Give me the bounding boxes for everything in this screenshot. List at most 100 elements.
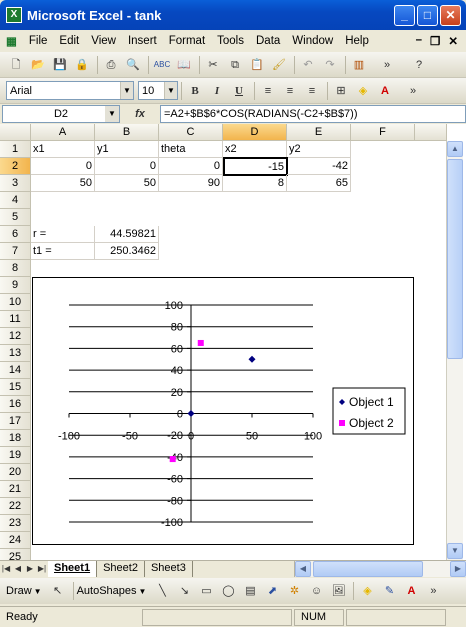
chart-wizard-icon[interactable]: ▥: [349, 55, 369, 75]
grid-cell[interactable]: [287, 260, 351, 277]
row-header[interactable]: 9: [0, 277, 31, 294]
menu-window[interactable]: Window: [286, 35, 339, 47]
grid-cell[interactable]: [223, 260, 287, 277]
row-header[interactable]: 13: [0, 345, 31, 362]
grid-cell[interactable]: [415, 294, 447, 311]
column-header[interactable]: A: [31, 124, 95, 141]
cell-a3[interactable]: 50: [31, 175, 95, 192]
grid-cell[interactable]: [95, 260, 159, 277]
sheet-tab-1[interactable]: Sheet1: [48, 560, 98, 577]
scroll-thumb[interactable]: [447, 159, 463, 359]
align-center-icon[interactable]: ≡: [280, 81, 300, 101]
grid-cell[interactable]: [223, 192, 287, 209]
copy-icon[interactable]: ⧉: [225, 55, 245, 75]
grid-cell[interactable]: [159, 549, 223, 560]
grid-cell[interactable]: [415, 515, 447, 532]
new-icon[interactable]: 🗋: [6, 55, 26, 75]
diagram-icon[interactable]: ✲: [284, 581, 304, 601]
horizontal-scrollbar[interactable]: ◀ ▶: [294, 560, 466, 577]
name-box[interactable]: D2 ▼: [2, 105, 120, 123]
grid-cell[interactable]: [159, 192, 223, 209]
cell-b6[interactable]: 44.59821: [95, 226, 159, 243]
grid-cell[interactable]: [31, 260, 95, 277]
column-header[interactable]: C: [159, 124, 223, 141]
cell-e1[interactable]: y2: [287, 141, 351, 158]
column-header[interactable]: [415, 124, 447, 141]
cell-c3[interactable]: 90: [159, 175, 223, 192]
grid-cell[interactable]: [415, 175, 447, 192]
row-header[interactable]: 12: [0, 328, 31, 345]
picture-icon[interactable]: 🖼: [328, 581, 348, 601]
grid-cell[interactable]: [287, 226, 351, 243]
doc-restore-icon[interactable]: ❐: [430, 34, 440, 48]
menu-format[interactable]: Format: [163, 35, 211, 47]
cell-d2-active[interactable]: -15: [223, 157, 288, 176]
menu-view[interactable]: View: [85, 35, 122, 47]
workbook-icon[interactable]: ▦: [0, 34, 23, 48]
grid-cell[interactable]: [351, 549, 415, 560]
grid-cell[interactable]: [415, 226, 447, 243]
row-header[interactable]: 7: [0, 243, 31, 260]
row-header[interactable]: 16: [0, 396, 31, 413]
chevron-down-icon[interactable]: ▼: [105, 106, 119, 122]
row-header[interactable]: 20: [0, 464, 31, 481]
cut-icon[interactable]: ✂: [203, 55, 223, 75]
grid-cell[interactable]: [287, 209, 351, 226]
grid-cell[interactable]: [415, 413, 447, 430]
first-sheet-icon[interactable]: |◀: [0, 564, 12, 573]
research-icon[interactable]: 📖: [174, 55, 194, 75]
grid-cell[interactable]: [287, 549, 351, 560]
embedded-chart[interactable]: 100806040200-20-40-60-80-100-100-5005010…: [32, 277, 414, 545]
sheet-tab-2[interactable]: Sheet2: [97, 560, 145, 577]
paste-icon[interactable]: 📋: [247, 55, 267, 75]
menu-insert[interactable]: Insert: [122, 35, 163, 47]
grid-cell[interactable]: [415, 430, 447, 447]
grid-cell[interactable]: [287, 192, 351, 209]
grid-cell[interactable]: [287, 243, 351, 260]
row-header[interactable]: 22: [0, 498, 31, 515]
grid-cell[interactable]: [351, 192, 415, 209]
cell-b7[interactable]: 250.3462: [95, 243, 159, 260]
bold-button[interactable]: B: [185, 81, 205, 101]
chevron-down-icon[interactable]: ▼: [34, 587, 42, 596]
row-header[interactable]: 25: [0, 549, 31, 560]
fill-color-icon[interactable]: ◈: [353, 81, 373, 101]
textbox-icon[interactable]: ▤: [240, 581, 260, 601]
print-preview-icon[interactable]: 🔍: [123, 55, 143, 75]
clipart-icon[interactable]: ☺: [306, 581, 326, 601]
prev-sheet-icon[interactable]: ◀: [12, 564, 24, 573]
column-header[interactable]: F: [351, 124, 415, 141]
grid-cell[interactable]: [351, 209, 415, 226]
cell-d3[interactable]: 8: [223, 175, 287, 192]
row-header[interactable]: 1: [0, 141, 31, 158]
cell-a2[interactable]: 0: [31, 158, 95, 175]
permission-icon[interactable]: 🔒: [72, 55, 92, 75]
cell-a6[interactable]: r =: [31, 226, 95, 243]
hscroll-thumb[interactable]: [313, 560, 423, 577]
row-header[interactable]: 8: [0, 260, 31, 277]
undo-icon[interactable]: ↶: [298, 55, 318, 75]
font-size-select[interactable]: 10 ▼: [138, 81, 178, 100]
close-button[interactable]: ✕: [440, 4, 461, 26]
grid-cell[interactable]: [223, 243, 287, 260]
menu-tools[interactable]: Tools: [211, 35, 250, 47]
menu-data[interactable]: Data: [250, 35, 286, 47]
vertical-scrollbar[interactable]: ▲ ▼: [446, 141, 463, 560]
grid-cell[interactable]: [415, 243, 447, 260]
row-header[interactable]: 4: [0, 192, 31, 209]
row-header[interactable]: 21: [0, 481, 31, 498]
row-header[interactable]: 5: [0, 209, 31, 226]
italic-button[interactable]: I: [207, 81, 227, 101]
toolbar-options-icon[interactable]: »: [423, 581, 443, 601]
grid-cell[interactable]: [31, 549, 95, 560]
row-header[interactable]: 18: [0, 430, 31, 447]
chevron-down-icon[interactable]: ▼: [139, 587, 147, 596]
menu-edit[interactable]: Edit: [53, 35, 85, 47]
grid-cell[interactable]: [415, 549, 447, 560]
toolbar-options-icon[interactable]: »: [377, 55, 397, 75]
grid-cell[interactable]: [95, 192, 159, 209]
grid-cell[interactable]: [415, 532, 447, 549]
row-header[interactable]: 14: [0, 362, 31, 379]
row-header[interactable]: 15: [0, 379, 31, 396]
row-header[interactable]: 3: [0, 175, 31, 192]
